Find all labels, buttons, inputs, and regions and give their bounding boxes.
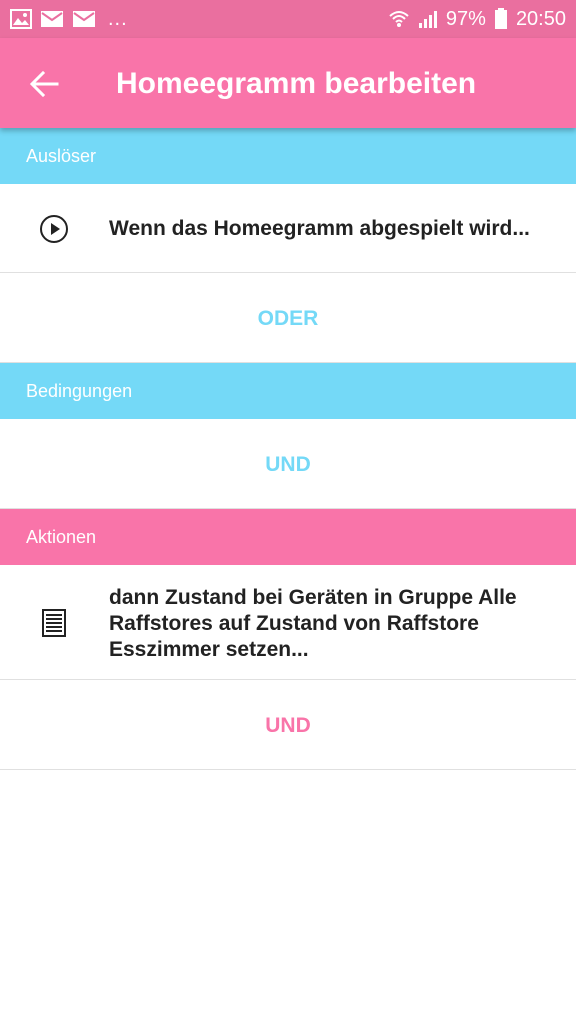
status-bar: ... 97% 20:50 (0, 0, 576, 38)
section-header-conditions: Bedingungen (0, 363, 576, 419)
notification-overflow: ... (108, 7, 128, 30)
arrow-back-icon (29, 71, 59, 97)
trigger-item[interactable]: Wenn das Homeegramm abgespielt wird... (0, 184, 576, 273)
trigger-item-label: Wenn das Homeegramm abgespielt wird... (109, 217, 530, 240)
mail-icon (72, 10, 96, 28)
play-circle-icon (38, 213, 70, 245)
conditions-and-button[interactable]: UND (0, 419, 576, 509)
actions-and-button[interactable]: UND (0, 680, 576, 770)
image-icon (10, 9, 32, 29)
signal-icon (418, 9, 438, 29)
action-item-label: dann Zustand bei Geräten in Gruppe Alle … (109, 586, 517, 661)
list-document-icon (38, 607, 70, 639)
action-item[interactable]: dann Zustand bei Geräten in Gruppe Alle … (0, 565, 576, 680)
battery-percent: 97% (445, 7, 486, 30)
battery-icon (494, 8, 508, 30)
or-button[interactable]: ODER (0, 273, 576, 363)
clock: 20:50 (515, 7, 566, 30)
mail-icon (40, 10, 64, 28)
back-button[interactable] (22, 62, 66, 106)
status-bar-right: 97% 20:50 (388, 8, 566, 31)
section-header-trigger: Auslöser (0, 128, 576, 184)
section-header-actions: Aktionen (0, 509, 576, 565)
status-bar-left: ... (10, 8, 128, 31)
wifi-icon (388, 8, 410, 30)
page-title: Homeegramm bearbeiten (116, 67, 477, 100)
app-bar: Homeegramm bearbeiten (0, 38, 576, 128)
